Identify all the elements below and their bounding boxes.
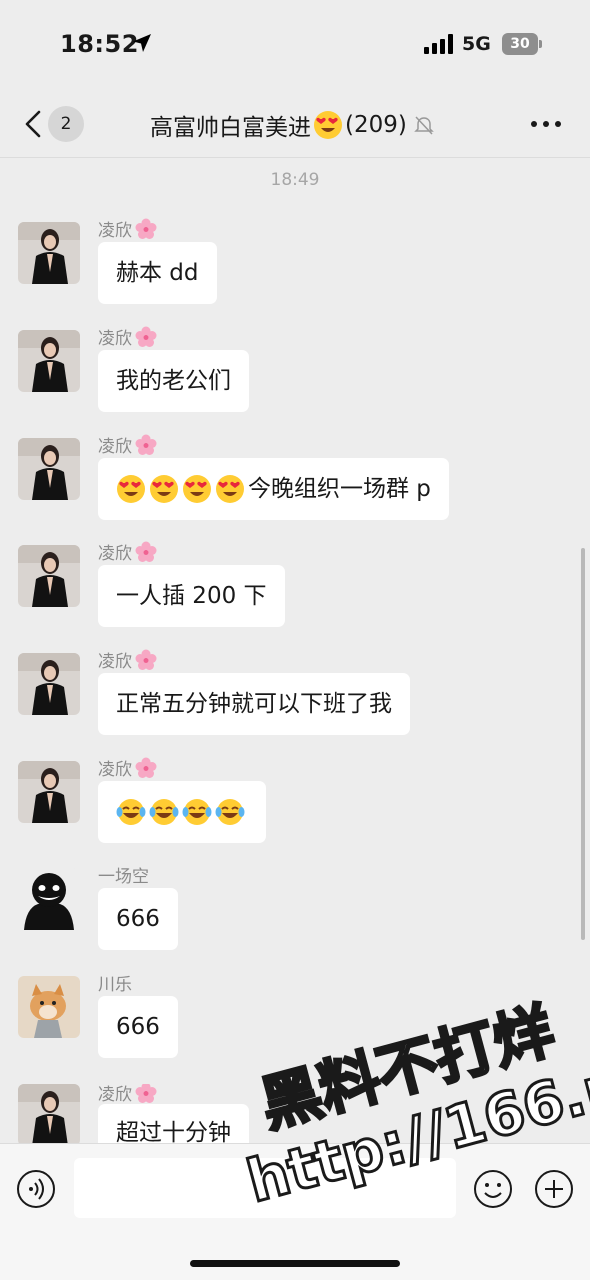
avatar[interactable] xyxy=(18,438,80,500)
sender-name: 一场空 xyxy=(98,867,149,887)
message-bubble[interactable]: 赫本 dd xyxy=(98,242,217,304)
sender-name: 凌欣 xyxy=(98,539,157,564)
message-item: 凌欣 正常五分钟就可以下班了我 xyxy=(0,649,590,753)
heart-eyes-emoji-icon xyxy=(216,475,244,503)
avatar[interactable] xyxy=(18,653,80,715)
sender-name: 凌欣 xyxy=(98,647,157,672)
sender-name: 凌欣 xyxy=(98,324,157,349)
more-dots-icon[interactable] xyxy=(530,112,562,136)
message-bubble[interactable]: 今晚组织一场群 p xyxy=(98,458,449,520)
message-item: 凌欣 一人插 200 下 xyxy=(0,541,590,645)
avatar[interactable] xyxy=(18,545,80,607)
message-item: 凌欣 超过十分钟 xyxy=(0,1084,590,1143)
cherry-blossom-icon xyxy=(135,649,157,670)
heart-eyes-emoji-icon xyxy=(314,111,342,139)
message-item: 凌欣 xyxy=(0,757,590,861)
cherry-blossom-icon xyxy=(135,541,157,562)
cherry-blossom-icon xyxy=(135,434,157,455)
network-type: 5G xyxy=(462,33,491,55)
cherry-blossom-icon xyxy=(135,218,157,239)
sender-name: 川乐 xyxy=(98,975,132,995)
message-bubble[interactable]: 我的老公们 xyxy=(98,350,249,412)
heart-eyes-emoji-icon xyxy=(183,475,211,503)
plus-circle-icon[interactable] xyxy=(534,1169,574,1209)
signal-icon xyxy=(424,34,453,54)
group-name: 高富帅白富美进 xyxy=(150,115,311,141)
home-indicator xyxy=(190,1260,400,1267)
sender-name: 凌欣 xyxy=(98,216,157,241)
voice-icon[interactable] xyxy=(16,1169,56,1209)
tears-of-joy-emoji-icon xyxy=(215,799,245,825)
smiley-icon[interactable] xyxy=(473,1169,513,1209)
member-count: (209) xyxy=(345,112,407,138)
input-bar xyxy=(0,1143,590,1280)
status-bar: 18:52 5G 30 xyxy=(0,0,590,90)
status-time: 18:52 xyxy=(60,30,139,58)
bell-slash-icon xyxy=(414,116,434,135)
location-arrow-icon xyxy=(133,34,151,52)
heart-eyes-emoji-icon xyxy=(150,475,178,503)
cherry-blossom-icon xyxy=(135,757,157,778)
tears-of-joy-emoji-icon xyxy=(149,799,179,825)
message-bubble[interactable]: 正常五分钟就可以下班了我 xyxy=(98,673,410,735)
avatar[interactable] xyxy=(18,222,80,284)
group-title: 高富帅白富美进 (209) xyxy=(150,108,435,142)
avatar[interactable] xyxy=(18,1084,80,1143)
avatar[interactable] xyxy=(18,976,80,1038)
message-item: 川乐 666 xyxy=(0,975,590,1076)
sender-name: 凌欣 xyxy=(98,755,157,780)
tears-of-joy-emoji-icon xyxy=(116,799,146,825)
message-item: 凌欣 赫本 dd xyxy=(0,218,590,322)
message-text: 今晚组织一场群 p xyxy=(248,476,431,502)
message-timestamp: 18:49 xyxy=(270,170,320,190)
cherry-blossom-icon xyxy=(135,1084,157,1103)
chevron-left-icon xyxy=(25,110,41,138)
heart-eyes-emoji-icon xyxy=(117,475,145,503)
avatar[interactable] xyxy=(18,868,80,930)
message-bubble[interactable]: 超过十分钟 xyxy=(98,1104,249,1143)
message-item: 凌欣 我的老公们 xyxy=(0,326,590,430)
tears-of-joy-emoji-icon xyxy=(182,799,212,825)
battery-icon: 30 xyxy=(502,33,542,55)
message-bubble[interactable] xyxy=(98,781,266,843)
avatar[interactable] xyxy=(18,330,80,392)
cherry-blossom-icon xyxy=(135,326,157,347)
avatar[interactable] xyxy=(18,761,80,823)
message-item: 一场空 666 xyxy=(0,867,590,968)
chat-header: 2 高富帅白富美进 (209) xyxy=(0,90,590,158)
message-input[interactable] xyxy=(74,1158,456,1218)
scrollbar[interactable] xyxy=(581,548,585,940)
message-bubble[interactable]: 666 xyxy=(98,996,178,1058)
unread-count-badge: 2 xyxy=(48,106,84,142)
message-bubble[interactable]: 一人插 200 下 xyxy=(98,565,285,627)
battery-level: 30 xyxy=(502,33,538,55)
message-item: 凌欣 今晚组织一场群 p xyxy=(0,434,590,538)
back-button[interactable]: 2 xyxy=(20,106,90,142)
sender-name: 凌欣 xyxy=(98,432,157,457)
message-bubble[interactable]: 666 xyxy=(98,888,178,950)
sender-name: 凌欣 xyxy=(98,1084,157,1105)
